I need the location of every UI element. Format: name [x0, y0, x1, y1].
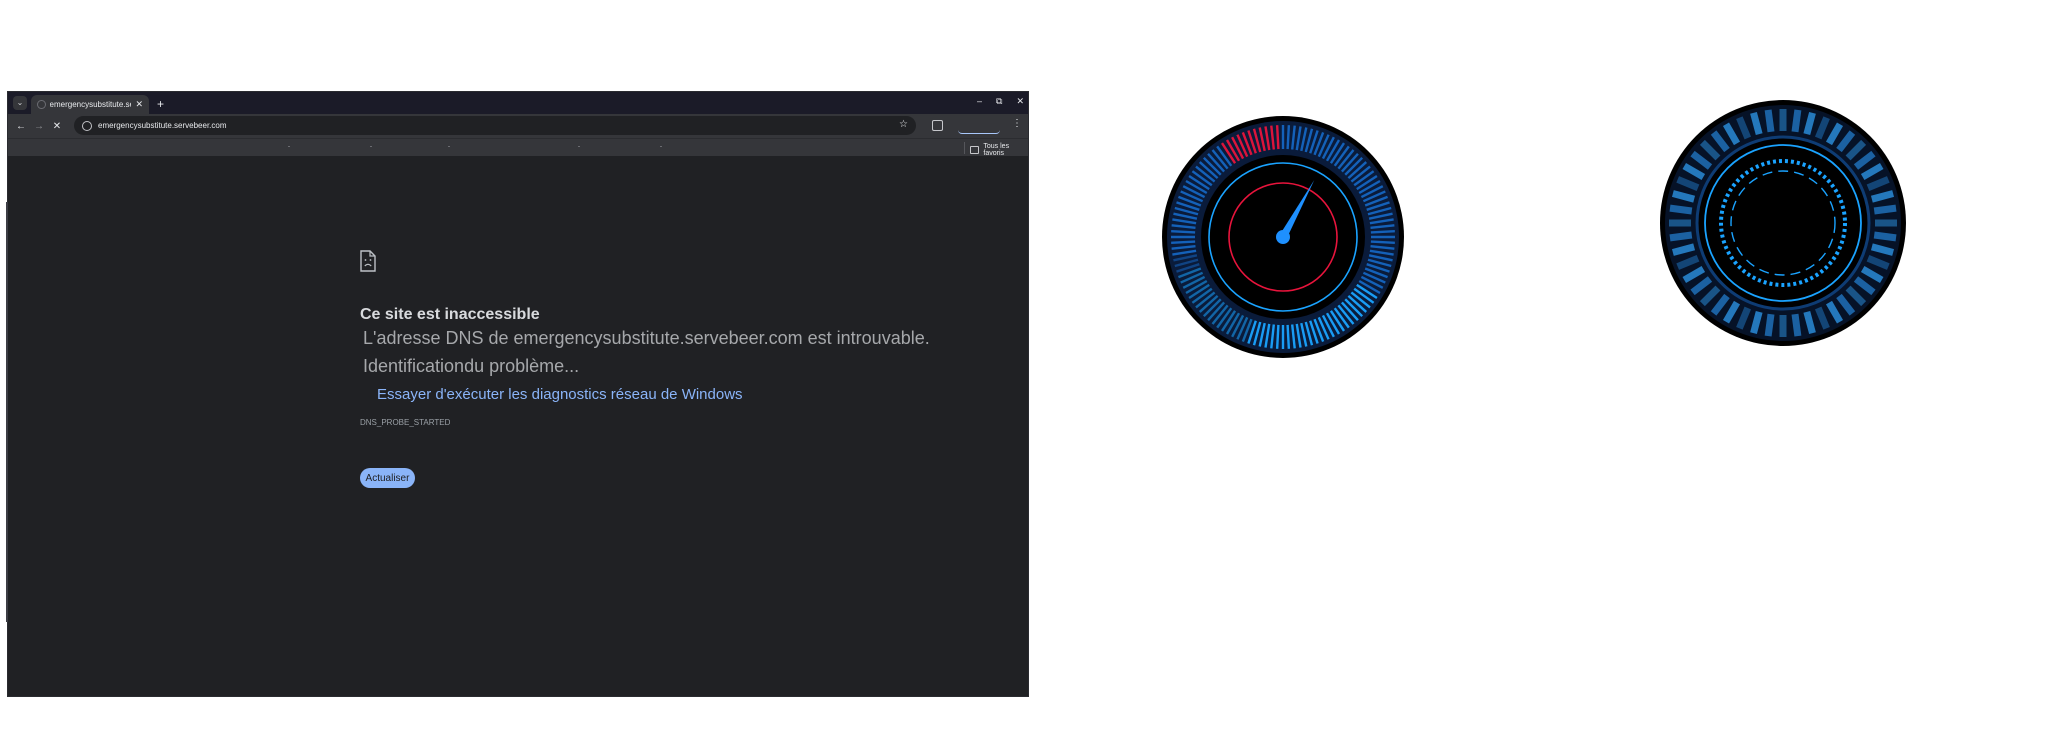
extensions-icon[interactable]	[932, 120, 943, 131]
site-info-icon[interactable]	[82, 120, 92, 131]
bookmarks-bar: Tous les favoris	[8, 138, 1028, 157]
all-bookmarks-label: Tous les favoris	[983, 143, 1010, 157]
error-code: DNS_PROBE_STARTED	[360, 418, 451, 427]
error-checking-status: Identificationdu problème...	[363, 356, 580, 376]
folder-icon	[970, 146, 980, 154]
new-tab-button[interactable]: +	[157, 97, 164, 111]
error-page: Ce site est inaccessible L'adresse DNS d…	[8, 156, 1028, 696]
address-url[interactable]: emergencysubstitute.servebeer.com	[98, 121, 227, 130]
address-bar[interactable]: emergencysubstitute.servebeer.com ☆	[74, 116, 916, 135]
tab-search-icon[interactable]: ⌄	[13, 96, 27, 110]
reload-button[interactable]: Actualiser	[360, 468, 415, 488]
bookmark-item[interactable]	[578, 146, 580, 147]
restore-button[interactable]: ⧉	[996, 96, 1002, 107]
bookmark-item[interactable]	[288, 146, 290, 147]
minimize-button[interactable]: –	[977, 96, 982, 107]
close-window-button[interactable]: ✕	[1016, 96, 1024, 107]
forward-button[interactable]: →	[30, 121, 48, 132]
bookmarks-separator	[964, 142, 965, 154]
back-button[interactable]: ←	[12, 121, 30, 132]
stop-loading-button[interactable]: ✕	[48, 121, 66, 132]
all-bookmarks-button[interactable]: Tous les favoris	[970, 143, 1028, 157]
sad-document-icon	[360, 250, 376, 272]
speedometer-hub	[1276, 230, 1290, 244]
tab-close-icon[interactable]: ✕	[135, 99, 143, 110]
loading-favicon-icon	[37, 100, 46, 109]
bookmark-star-icon[interactable]: ☆	[899, 119, 908, 130]
bookmark-item[interactable]	[448, 146, 450, 147]
tab-title: emergencysubstitute.servebeer.com	[49, 100, 132, 109]
tab-active[interactable]: emergencysubstitute.servebeer.com ✕	[31, 95, 149, 114]
bookmark-item[interactable]	[370, 146, 372, 147]
tab-strip: ⌄ emergencysubstitute.servebeer.com ✕ + …	[8, 92, 1028, 114]
diagnostics-link[interactable]: Essayer d'exécuter les diagnostics résea…	[377, 386, 743, 403]
browser-toolbar: ← → ✕ emergencysubstitute.servebeer.com …	[8, 114, 1028, 138]
error-title: Ce site est inaccessible	[360, 306, 540, 323]
loading-ring-icon	[1660, 100, 1906, 346]
speedometer-icon	[1162, 116, 1404, 358]
error-description: L'adresse DNS de emergencysubstitute.ser…	[363, 328, 930, 348]
bookmark-item[interactable]	[660, 146, 662, 147]
browser-menu-icon[interactable]: ⋮	[1012, 118, 1022, 129]
browser-window: ⌄ emergencysubstitute.servebeer.com ✕ + …	[6, 92, 1028, 696]
profile-button[interactable]	[958, 119, 1000, 134]
window-controls: – ⧉ ✕	[977, 96, 1024, 107]
